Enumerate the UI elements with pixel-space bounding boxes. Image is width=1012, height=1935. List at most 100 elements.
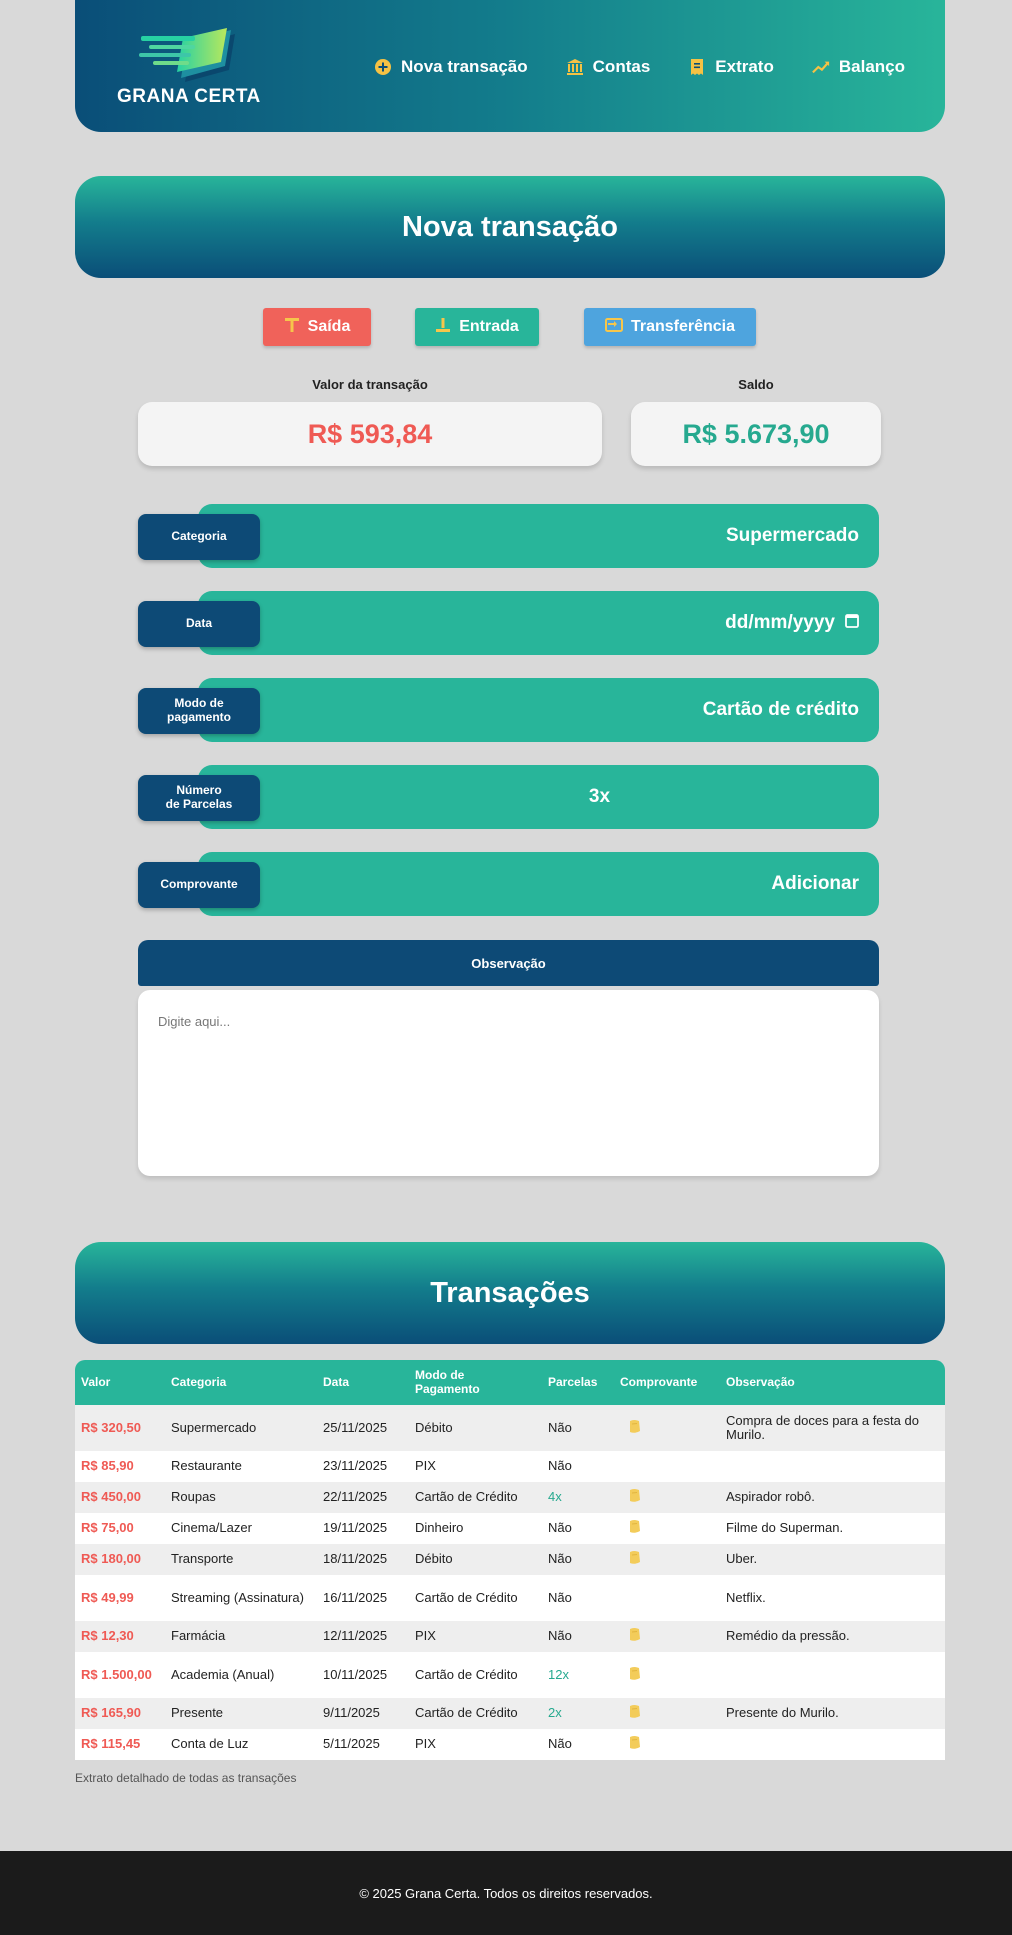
tag-line: pagamento	[166, 710, 231, 724]
cell-modo: PIX	[415, 1736, 436, 1752]
receipt-icon[interactable]	[628, 1704, 641, 1719]
cell-parcelas: Não	[548, 1458, 572, 1474]
cell-data: 5/11/2025	[323, 1736, 380, 1752]
valor-input[interactable]: R$ 593,84	[138, 402, 602, 466]
col-observacao[interactable]: Observação	[720, 1360, 945, 1405]
table-row[interactable]: R$ 1.500,00 Academia (Anual) 10/11/2025 Car…	[75, 1652, 945, 1698]
col-modo[interactable]: Modo de Pagamento	[409, 1360, 542, 1405]
receipt-icon[interactable]	[628, 1627, 641, 1642]
col-valor[interactable]: Valor	[75, 1360, 165, 1405]
cell-categoria: Farmácia	[171, 1628, 226, 1644]
categoria-select[interactable]: Supermercado	[198, 504, 879, 568]
cell-observacao	[720, 1652, 945, 1698]
table-row[interactable]: R$ 165,90 Presente 9/11/2025 Cartão de Créd…	[75, 1698, 945, 1729]
table-row[interactable]: R$ 180,00 Transporte 18/11/2025 Débito Não Ub…	[75, 1544, 945, 1575]
cell-parcelas: Não	[548, 1419, 572, 1435]
nav-contas[interactable]: Contas	[566, 57, 650, 77]
data-tag: Data	[138, 601, 260, 647]
table-row[interactable]: R$ 115,45 Conta de Luz 5/11/2025 PIX Não	[75, 1729, 945, 1760]
nav-nova-transacao[interactable]: Nova transação	[374, 57, 528, 77]
saida-button[interactable]: Saída	[263, 308, 371, 346]
cell-categoria: Conta de Luz	[171, 1736, 249, 1752]
modo-pagamento-value: Cartão de crédito	[702, 699, 859, 720]
receipt-icon	[688, 58, 706, 76]
observacao-textarea[interactable]: Digite aqui...	[138, 990, 879, 1176]
brand-logo[interactable]: GRANA CERTA	[117, 28, 261, 108]
cell-modo: Cartão de Crédito	[415, 1489, 518, 1505]
main-nav: Nova transação Contas Extrato Balanço	[374, 57, 905, 77]
receipt-icon[interactable]	[628, 1419, 641, 1434]
transacoes-table-wrap: Valor Categoria Data Modo de Pagamento P…	[75, 1360, 945, 1760]
cell-parcelas: Não	[548, 1551, 572, 1567]
cell-data: 25/11/2025	[323, 1419, 388, 1435]
bank-icon	[566, 58, 584, 76]
cell-categoria: Transporte	[171, 1551, 234, 1567]
cell-parcelas: 12x	[548, 1666, 569, 1682]
tag-line: de Parcelas	[165, 797, 233, 811]
nav-balanco[interactable]: Balanço	[811, 57, 905, 77]
comprovante-tag: Comprovante	[138, 862, 260, 908]
cell-valor: R$ 85,90	[81, 1458, 134, 1474]
receipt-icon[interactable]	[628, 1488, 641, 1503]
col-comprovante[interactable]: Comprovante	[614, 1360, 720, 1405]
cell-valor: R$ 12,30	[81, 1628, 134, 1644]
modo-pagamento-row: Cartão de crédito Modo de pagamento	[138, 678, 879, 742]
calendar-icon[interactable]	[845, 612, 859, 634]
transferencia-button[interactable]: Transferência	[584, 308, 756, 346]
parcelas-value: 3x	[588, 786, 611, 807]
receipt-icon[interactable]	[628, 1735, 641, 1750]
col-categoria[interactable]: Categoria	[165, 1360, 317, 1405]
entrada-button[interactable]: Entrada	[415, 308, 539, 346]
data-input[interactable]: dd/mm/yyyy	[198, 591, 879, 655]
cell-modo: PIX	[415, 1458, 436, 1474]
tag-line: Número	[176, 783, 222, 798]
cell-modo: Débito	[415, 1419, 453, 1435]
comprovante-row: Adicionar Comprovante	[138, 852, 879, 916]
comprovante-upload[interactable]: Adicionar	[198, 852, 879, 916]
transacoes-title-banner: Transações	[75, 1242, 945, 1344]
cell-observacao: Netflix.	[726, 1589, 766, 1605]
receipt-icon[interactable]	[628, 1519, 641, 1534]
table-row[interactable]: R$ 75,00 Cinema/Lazer 19/11/2025 Dinheiro Nã…	[75, 1513, 945, 1544]
modo-pagamento-select[interactable]: Cartão de crédito	[198, 678, 879, 742]
cell-comprovante	[614, 1652, 720, 1698]
col-parcelas[interactable]: Parcelas	[542, 1360, 614, 1405]
saida-label: Saída	[307, 318, 351, 335]
cell-data: 18/11/2025	[323, 1551, 388, 1567]
cell-parcelas: Não	[548, 1736, 572, 1752]
nav-extrato[interactable]: Extrato	[688, 57, 774, 77]
col-data[interactable]: Data	[317, 1360, 409, 1405]
transfer-icon	[604, 317, 623, 337]
receipt-icon[interactable]	[628, 1666, 641, 1681]
cell-comprovante	[614, 1513, 720, 1544]
parcelas-select[interactable]: 3x	[198, 765, 879, 829]
transacoes-title: Transações	[430, 1276, 590, 1309]
categoria-tag: Categoria	[138, 514, 260, 560]
arrow-up-icon	[284, 317, 300, 338]
cell-parcelas: Não	[548, 1589, 572, 1605]
cell-categoria: Presente	[171, 1705, 224, 1721]
cell-parcelas: Não	[548, 1520, 572, 1536]
table-row[interactable]: R$ 85,90 Restaurante 23/11/2025 PIX Não	[75, 1451, 945, 1482]
cell-categoria: Restaurante	[171, 1458, 242, 1474]
nav-label: Nova transação	[401, 57, 528, 76]
cell-observacao: Filme do Superman.	[726, 1520, 844, 1536]
table-row[interactable]: R$ 12,30 Farmácia 12/11/2025 PIX Não Remédio …	[75, 1621, 945, 1652]
cell-comprovante	[614, 1575, 720, 1621]
table-row[interactable]: R$ 450,00 Roupas 22/11/2025 Cartão de Crédi…	[75, 1482, 945, 1513]
receipt-icon[interactable]	[628, 1550, 641, 1565]
cell-modo: Débito	[415, 1551, 453, 1567]
cell-categoria: Roupas	[171, 1489, 216, 1505]
form-title: Nova transação	[402, 210, 618, 243]
table-body: R$ 320,50 Supermercado 25/11/2025 Débito Não…	[75, 1405, 945, 1760]
cell-valor: R$ 165,90	[81, 1705, 141, 1721]
table-row[interactable]: R$ 320,50 Supermercado 25/11/2025 Débito Não…	[75, 1405, 945, 1451]
cell-observacao: Uber.	[726, 1551, 758, 1567]
table-caption: Extrato detalhado de todas as transações	[75, 1771, 297, 1785]
cell-observacao	[720, 1451, 945, 1482]
cell-observacao: Remédio da pressão.	[726, 1628, 850, 1644]
observacao-header: Observação	[138, 940, 879, 986]
trend-up-icon	[811, 58, 830, 76]
col-modo-label: Modo de Pagamento	[415, 1368, 480, 1396]
table-row[interactable]: R$ 49,99 Streaming (Assinatura) 16/11/2025…	[75, 1575, 945, 1621]
